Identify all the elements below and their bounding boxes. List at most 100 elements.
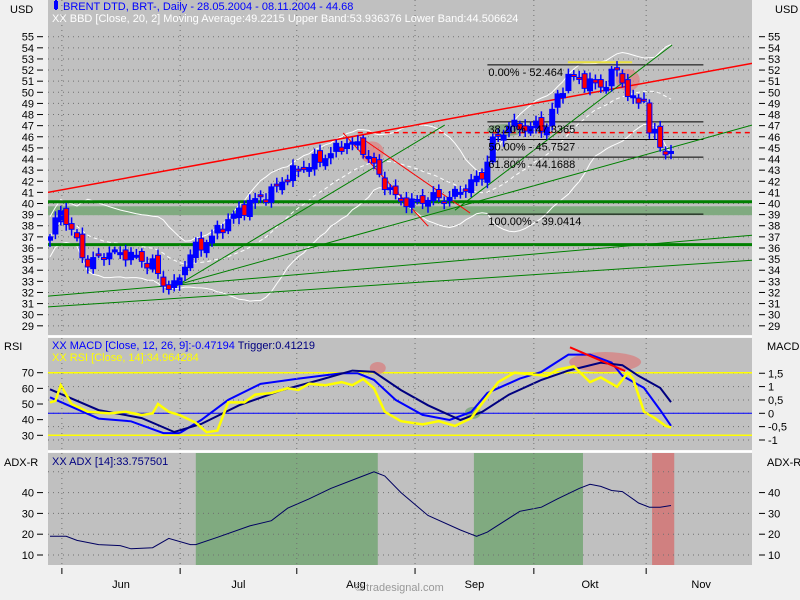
macd-tick-label: -1: [768, 435, 778, 447]
price-tick-label: 38: [768, 221, 780, 233]
down-candle-body: [317, 150, 323, 163]
price-tick-label: 50: [22, 87, 34, 99]
bollinger-legend[interactable]: XX BBD [Close, 20, 2] Moving Average:49.…: [52, 13, 518, 25]
down-candle-body: [624, 79, 631, 98]
up-candle-body: [268, 186, 275, 203]
macd-tick-label: 0: [768, 408, 774, 420]
adx-axis-label-left: ADX-R: [4, 457, 39, 469]
up-candle-body: [387, 187, 394, 191]
price-tick-label: 32: [22, 287, 34, 299]
down-candle-body: [392, 185, 399, 196]
adx-tick-label: 20: [768, 529, 780, 541]
up-candle-body: [246, 199, 253, 218]
price-tick-label: 44: [768, 154, 780, 166]
macd-tick-label: 1: [768, 382, 774, 394]
price-tick-label: 52: [22, 65, 34, 77]
up-candle-body: [214, 224, 221, 234]
up-candle-body: [252, 198, 259, 203]
up-candle-body: [48, 236, 53, 241]
up-candle-body: [225, 219, 232, 232]
up-candle-body: [408, 198, 415, 208]
up-candle-body: [209, 235, 215, 244]
rsi-tick-label: 60: [22, 383, 34, 395]
price-tick-label: 32: [768, 287, 780, 299]
up-candle-body: [349, 141, 356, 145]
price-tick-label: 36: [22, 243, 34, 255]
up-candle-body: [425, 199, 431, 207]
adx-tick-label: 20: [22, 529, 34, 541]
down-candle-body: [138, 250, 145, 262]
fibonacci-level-label: 0.00% - 52.464: [488, 67, 563, 79]
down-candle-body: [597, 79, 604, 88]
price-tick-label: 41: [22, 187, 34, 199]
price-tick-label: 43: [22, 165, 34, 177]
down-candle-body: [462, 188, 469, 192]
legend-marker: XX: [52, 456, 67, 468]
up-candle-body: [668, 150, 674, 154]
down-candle-body: [241, 204, 248, 216]
down-candle-body: [619, 73, 626, 84]
price-tick-label: 31: [768, 299, 780, 311]
price-tick-label: 45: [768, 143, 780, 155]
price-tick-label: 49: [22, 98, 34, 110]
price-tick-label: 55: [768, 32, 780, 44]
macd-legend[interactable]: XX MACD [Close, 12, 26, 9]:-0.47194 Trig…: [52, 340, 315, 352]
down-candle-body: [576, 76, 583, 80]
down-candle-body: [646, 102, 653, 134]
up-candle-body: [473, 175, 480, 183]
up-candle-body: [651, 128, 658, 134]
down-candle-body: [122, 249, 129, 261]
chart-canvas: 29 2930 3031 3132 3233 3334 3435 3536 3637 3738 38…: [22, 0, 787, 591]
price-tick-label: 33: [768, 276, 780, 288]
up-candle-body: [176, 277, 183, 286]
main-axis-label-right: USD: [775, 4, 799, 16]
rsi-tick-label: 50: [22, 399, 34, 411]
down-candle-body: [74, 232, 80, 239]
green-trend-zone: [473, 453, 583, 565]
up-candle-body: [322, 158, 329, 167]
price-tick-label: 38: [22, 221, 34, 233]
down-candle-body: [338, 146, 345, 152]
up-candle-body: [192, 241, 199, 259]
month-tick-label: Jun: [112, 579, 130, 591]
candle: [646, 99, 653, 139]
adx-axis-label-right: ADX-R: [767, 457, 800, 469]
price-tick-label: 52: [768, 65, 780, 77]
up-candle-body: [430, 192, 437, 202]
down-candle-body: [101, 257, 107, 261]
price-tick-label: 51: [768, 76, 780, 88]
down-candle-body: [165, 284, 172, 290]
down-candle-body: [635, 97, 642, 104]
adx-tick-label: 40: [768, 488, 780, 500]
adx-legend[interactable]: XX ADX [14]:33.757501: [52, 456, 168, 468]
down-candle-body: [63, 207, 70, 225]
price-tick-label: 53: [22, 54, 34, 66]
down-candle-body: [419, 195, 426, 204]
up-candle-body: [306, 167, 313, 172]
down-candle-body: [95, 253, 102, 257]
up-candle-body: [457, 191, 464, 195]
up-candle-body: [630, 95, 637, 99]
down-candle-body: [381, 177, 388, 191]
price-tick-label: 40: [22, 199, 34, 211]
price-tick-label: 37: [22, 232, 34, 244]
down-candle-body: [68, 223, 75, 230]
up-candle-body: [344, 143, 350, 150]
up-candle-body: [311, 153, 318, 170]
price-tick-label: 54: [768, 43, 780, 55]
price-tick-label: 55: [22, 32, 34, 44]
up-candle-body: [603, 86, 610, 92]
footer-credit[interactable]: © tradesignal.com: [355, 582, 444, 594]
down-candle-body: [570, 74, 577, 78]
up-candle-body: [354, 141, 361, 146]
down-candle-body: [662, 150, 669, 156]
up-candle-body: [182, 266, 188, 276]
down-candle-body: [581, 73, 588, 89]
up-candle-body: [608, 68, 615, 87]
down-candle-body: [155, 254, 161, 275]
up-candle-body: [187, 254, 194, 269]
rsi-legend[interactable]: XX RSI [Close, 14]:34.964284: [52, 352, 199, 364]
month-tick-label: Jul: [231, 579, 245, 591]
up-candle-body: [111, 249, 118, 253]
main-axis-label-left: USD: [10, 4, 34, 16]
